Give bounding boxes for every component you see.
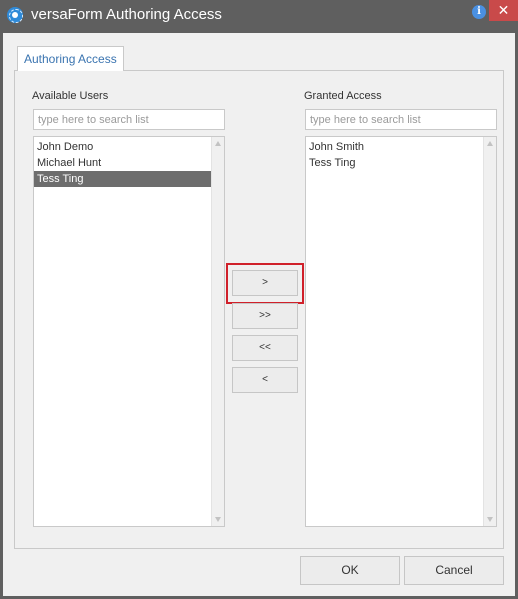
dialog-body: Authoring Access Available Users John De…: [3, 33, 515, 596]
title-bar[interactable]: versaForm Authoring Access i ✕: [0, 0, 518, 30]
window-title: versaForm Authoring Access: [31, 6, 222, 23]
info-icon[interactable]: i: [472, 5, 486, 19]
list-item[interactable]: Tess Ting: [306, 155, 483, 171]
scroll-up-icon[interactable]: [215, 141, 221, 146]
scroll-up-icon[interactable]: [487, 141, 493, 146]
list-item[interactable]: John Smith: [306, 139, 483, 155]
scroll-down-icon[interactable]: [487, 517, 493, 522]
available-users-search-input[interactable]: [33, 109, 225, 130]
list-item-selected[interactable]: Tess Ting: [34, 171, 211, 187]
available-users-label: Available Users: [32, 90, 109, 102]
scroll-down-icon[interactable]: [215, 517, 221, 522]
available-users-scrollbar[interactable]: [211, 137, 224, 526]
granted-access-scrollbar[interactable]: [483, 137, 496, 526]
granted-access-list[interactable]: John Smith Tess Ting: [305, 136, 497, 527]
remove-selected-button[interactable]: <: [232, 367, 298, 393]
dialog-window: versaForm Authoring Access i ✕ Authoring…: [0, 0, 518, 599]
ok-button[interactable]: OK: [300, 556, 400, 585]
tab-authoring-access[interactable]: Authoring Access: [17, 46, 124, 71]
granted-access-label: Granted Access: [304, 90, 382, 102]
versaform-logo-icon: [7, 7, 23, 23]
cancel-button[interactable]: Cancel: [404, 556, 504, 585]
close-button[interactable]: ✕: [489, 0, 518, 21]
add-all-button[interactable]: >>: [232, 303, 298, 329]
list-item[interactable]: John Demo: [34, 139, 211, 155]
remove-all-button[interactable]: <<: [232, 335, 298, 361]
available-users-list[interactable]: John Demo Michael Hunt Tess Ting: [33, 136, 225, 527]
granted-access-search-input[interactable]: [305, 109, 497, 130]
add-selected-button[interactable]: >: [232, 270, 298, 296]
list-item[interactable]: Michael Hunt: [34, 155, 211, 171]
